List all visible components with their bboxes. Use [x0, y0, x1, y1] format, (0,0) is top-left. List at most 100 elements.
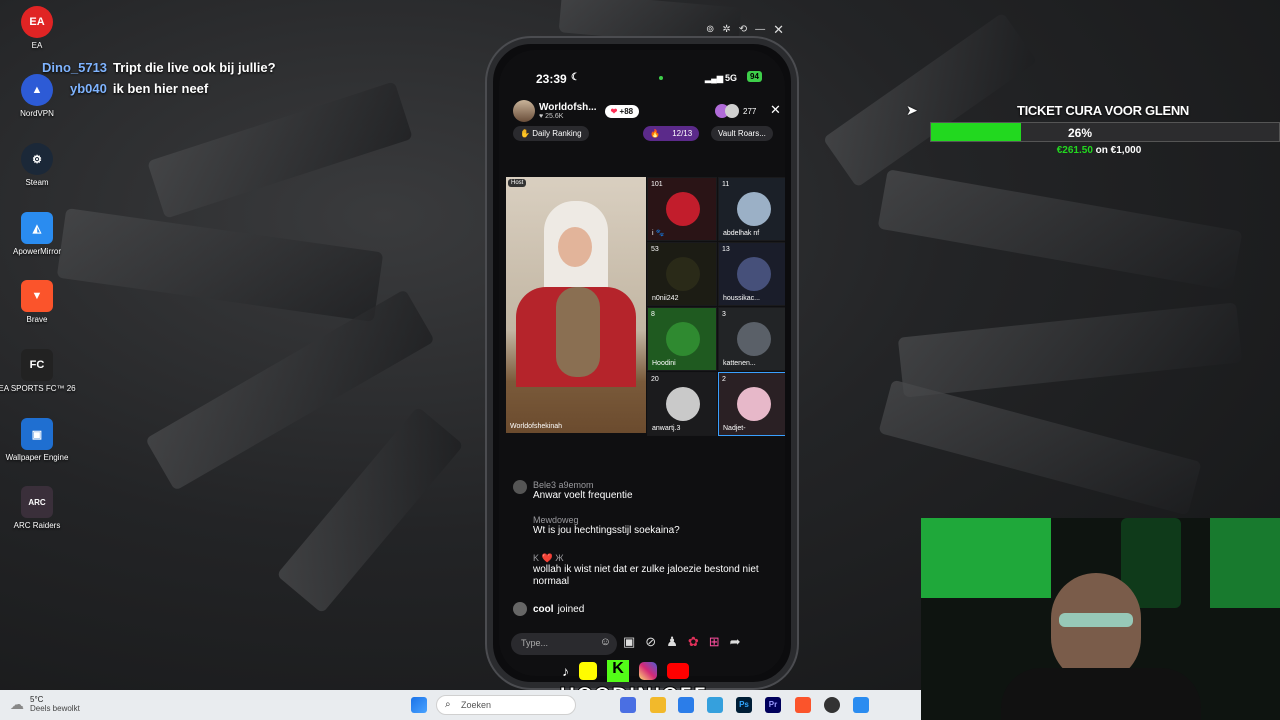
- guest-avatar: [666, 257, 700, 291]
- guest-avatar: [666, 192, 700, 226]
- edge-icon[interactable]: [707, 697, 723, 713]
- like-badge[interactable]: ❤ +88: [604, 104, 640, 118]
- camera-icon[interactable]: ▣: [623, 634, 635, 650]
- guest-avatar: [737, 322, 771, 356]
- guest-avatar: [666, 387, 700, 421]
- guest-name: houssikac...: [723, 295, 760, 302]
- greenscreen: [921, 518, 1051, 598]
- ea-sports-fc-icon: FC: [21, 349, 53, 381]
- host-header[interactable]: Worldofsh... ♥ 25.6K ❤ +88: [513, 100, 640, 122]
- weather-widget[interactable]: ☁ 5°C Deels bewolkt: [10, 695, 80, 713]
- comment-user: K ❤️ Ж: [533, 553, 564, 563]
- brave-taskbar-icon[interactable]: [795, 697, 811, 713]
- host-followers: 25.6K: [545, 113, 564, 120]
- minimize-icon[interactable]: —: [755, 24, 765, 38]
- settings-icon[interactable]: ⊚: [706, 24, 714, 38]
- rose-gift-icon[interactable]: ✿: [688, 634, 699, 650]
- mute-icon[interactable]: ⊘: [645, 634, 656, 650]
- chat-username: yb040: [70, 81, 107, 96]
- ranking-icon: ✋: [520, 129, 533, 138]
- desktop-icon-label: Steam: [25, 178, 49, 187]
- guest-cell[interactable]: 2 Nadjet-: [718, 372, 785, 436]
- guest-cell[interactable]: 11 abdelhak nf: [718, 177, 785, 241]
- close-icon[interactable]: ✕: [773, 22, 784, 38]
- guest-count: 101: [651, 181, 663, 188]
- rotate-icon[interactable]: ⟲: [739, 24, 747, 38]
- goal-percent: 26%: [1067, 126, 1093, 140]
- chat-overlay-line: Dino_5713 Tript die live ook bij jullie?: [42, 60, 276, 75]
- desktop-icon-brave[interactable]: ▼ Brave: [6, 280, 68, 324]
- desktop-icon-ea[interactable]: EA EA: [6, 6, 68, 50]
- host-name: Worldofsh...: [539, 102, 597, 113]
- streamer-face: [1051, 573, 1141, 683]
- tiktok-icon: ♪: [562, 663, 569, 679]
- chat-overlay-line: yb040 ik ben hier neef: [70, 81, 208, 96]
- desktop-icon-arc-raiders[interactable]: ARC ARC Raiders: [6, 486, 68, 530]
- emoji-icon[interactable]: ☺: [600, 636, 611, 648]
- apowermirror-taskbar-icon[interactable]: [853, 697, 869, 713]
- guest-cell[interactable]: 101 i 🐾: [647, 177, 717, 241]
- guest-count: 8: [651, 311, 655, 318]
- weather-temp: 5°C: [30, 695, 44, 704]
- mirror-window-controls: ⊚ ✲ ⟲ — ✕: [706, 22, 784, 38]
- streamer-body: [1001, 668, 1201, 720]
- start-icon[interactable]: [411, 697, 427, 713]
- taskbar: ☁ 5°C Deels bewolkt ⌕ Zoeken Ps Pr: [0, 690, 921, 720]
- join-notice: cool joined: [513, 602, 584, 616]
- close-live-icon[interactable]: ✕: [770, 102, 781, 118]
- guest-count: 20: [651, 376, 659, 383]
- daily-ranking-pill[interactable]: ✋ Daily Ranking: [513, 126, 589, 141]
- guest-cell[interactable]: 53 n0nii242: [647, 242, 717, 306]
- premiere-icon[interactable]: Pr: [765, 697, 781, 713]
- guests-icon[interactable]: ♟: [666, 634, 678, 650]
- host-avatar: [513, 100, 535, 122]
- obs-icon[interactable]: [824, 697, 840, 713]
- comment-avatar: [513, 480, 527, 494]
- desktop-icon-label: ApowerMirror: [12, 247, 61, 256]
- social-icons: ♪ K: [562, 660, 689, 682]
- guest-cell[interactable]: 13 houssikac...: [718, 242, 785, 306]
- action-bar: ▣ ⊘ ♟ ✿ ⊞ ➦: [623, 634, 741, 650]
- guest-count: 2: [722, 376, 726, 383]
- goal-separator: on: [1095, 145, 1108, 156]
- comment-user: Bele3 a9emom: [533, 480, 594, 490]
- desktop-icon-apowermirror[interactable]: ◭ ApowerMirror: [6, 212, 68, 256]
- photoshop-icon[interactable]: Ps: [736, 697, 752, 713]
- file-explorer-icon[interactable]: [650, 697, 666, 713]
- desktop-icon-nordvpn[interactable]: ▲ NordVPN: [6, 74, 68, 118]
- guest-name: i 🐾: [652, 230, 665, 237]
- guest-cell[interactable]: 3 kattenen...: [718, 307, 785, 371]
- progress-label: 12/13: [672, 129, 693, 138]
- guest-cell[interactable]: 8 Hoodini: [647, 307, 717, 371]
- progress-pill[interactable]: 🔥 12/13: [643, 126, 700, 141]
- taskbar-app-icon[interactable]: [620, 697, 636, 713]
- desktop: { "desktop": { "icons": [ {"label": "EA"…: [0, 0, 1280, 720]
- daily-ranking-label: Daily Ranking: [532, 129, 582, 138]
- brave-icon: ▼: [21, 280, 53, 312]
- flame-icon: 🔥: [650, 129, 663, 138]
- gift-icon[interactable]: ⊞: [709, 634, 720, 650]
- desktop-icon-ea-sports-fc[interactable]: FC EA SPORTS FC™ 26: [0, 349, 76, 393]
- comment-input[interactable]: Type... ☺: [511, 633, 617, 655]
- desktop-icon-steam[interactable]: ⚙ Steam: [6, 143, 68, 187]
- desktop-icon-wallpaper-engine[interactable]: ▣ Wallpaper Engine: [6, 418, 68, 462]
- desktop-icon-label: ARC Raiders: [13, 521, 61, 530]
- desktop-icon-label: EA: [31, 41, 43, 50]
- wallpaper-engine-icon: ▣: [21, 418, 53, 450]
- guest-cell[interactable]: 20 anwartj.3: [647, 372, 717, 436]
- viewer-group[interactable]: 277: [715, 104, 756, 118]
- apowermirror-icon: ◭: [21, 212, 53, 244]
- share-icon[interactable]: ➦: [730, 634, 741, 650]
- vault-pill[interactable]: Vault Roars...: [711, 126, 773, 141]
- chat-message: Tript die live ook bij jullie?: [113, 60, 276, 75]
- taskbar-search[interactable]: ⌕ Zoeken: [436, 695, 576, 715]
- nordvpn-icon: ▲: [21, 74, 53, 106]
- guest-name: kattenen...: [723, 360, 756, 367]
- phone-screen: 23:39 ☾ ▂▄▆ 5G 94 Worldofsh... ♥ 25.6K ❤…: [499, 50, 785, 676]
- heart-icon: ❤: [610, 106, 620, 116]
- taskbar-app-icon[interactable]: [678, 697, 694, 713]
- comment-text: wollah ik wist niet dat er zulke jaloezi…: [533, 564, 759, 587]
- pin-icon[interactable]: ✲: [722, 24, 730, 38]
- goal-target: €1,000: [1110, 145, 1142, 156]
- viewer-count: 277: [743, 106, 757, 116]
